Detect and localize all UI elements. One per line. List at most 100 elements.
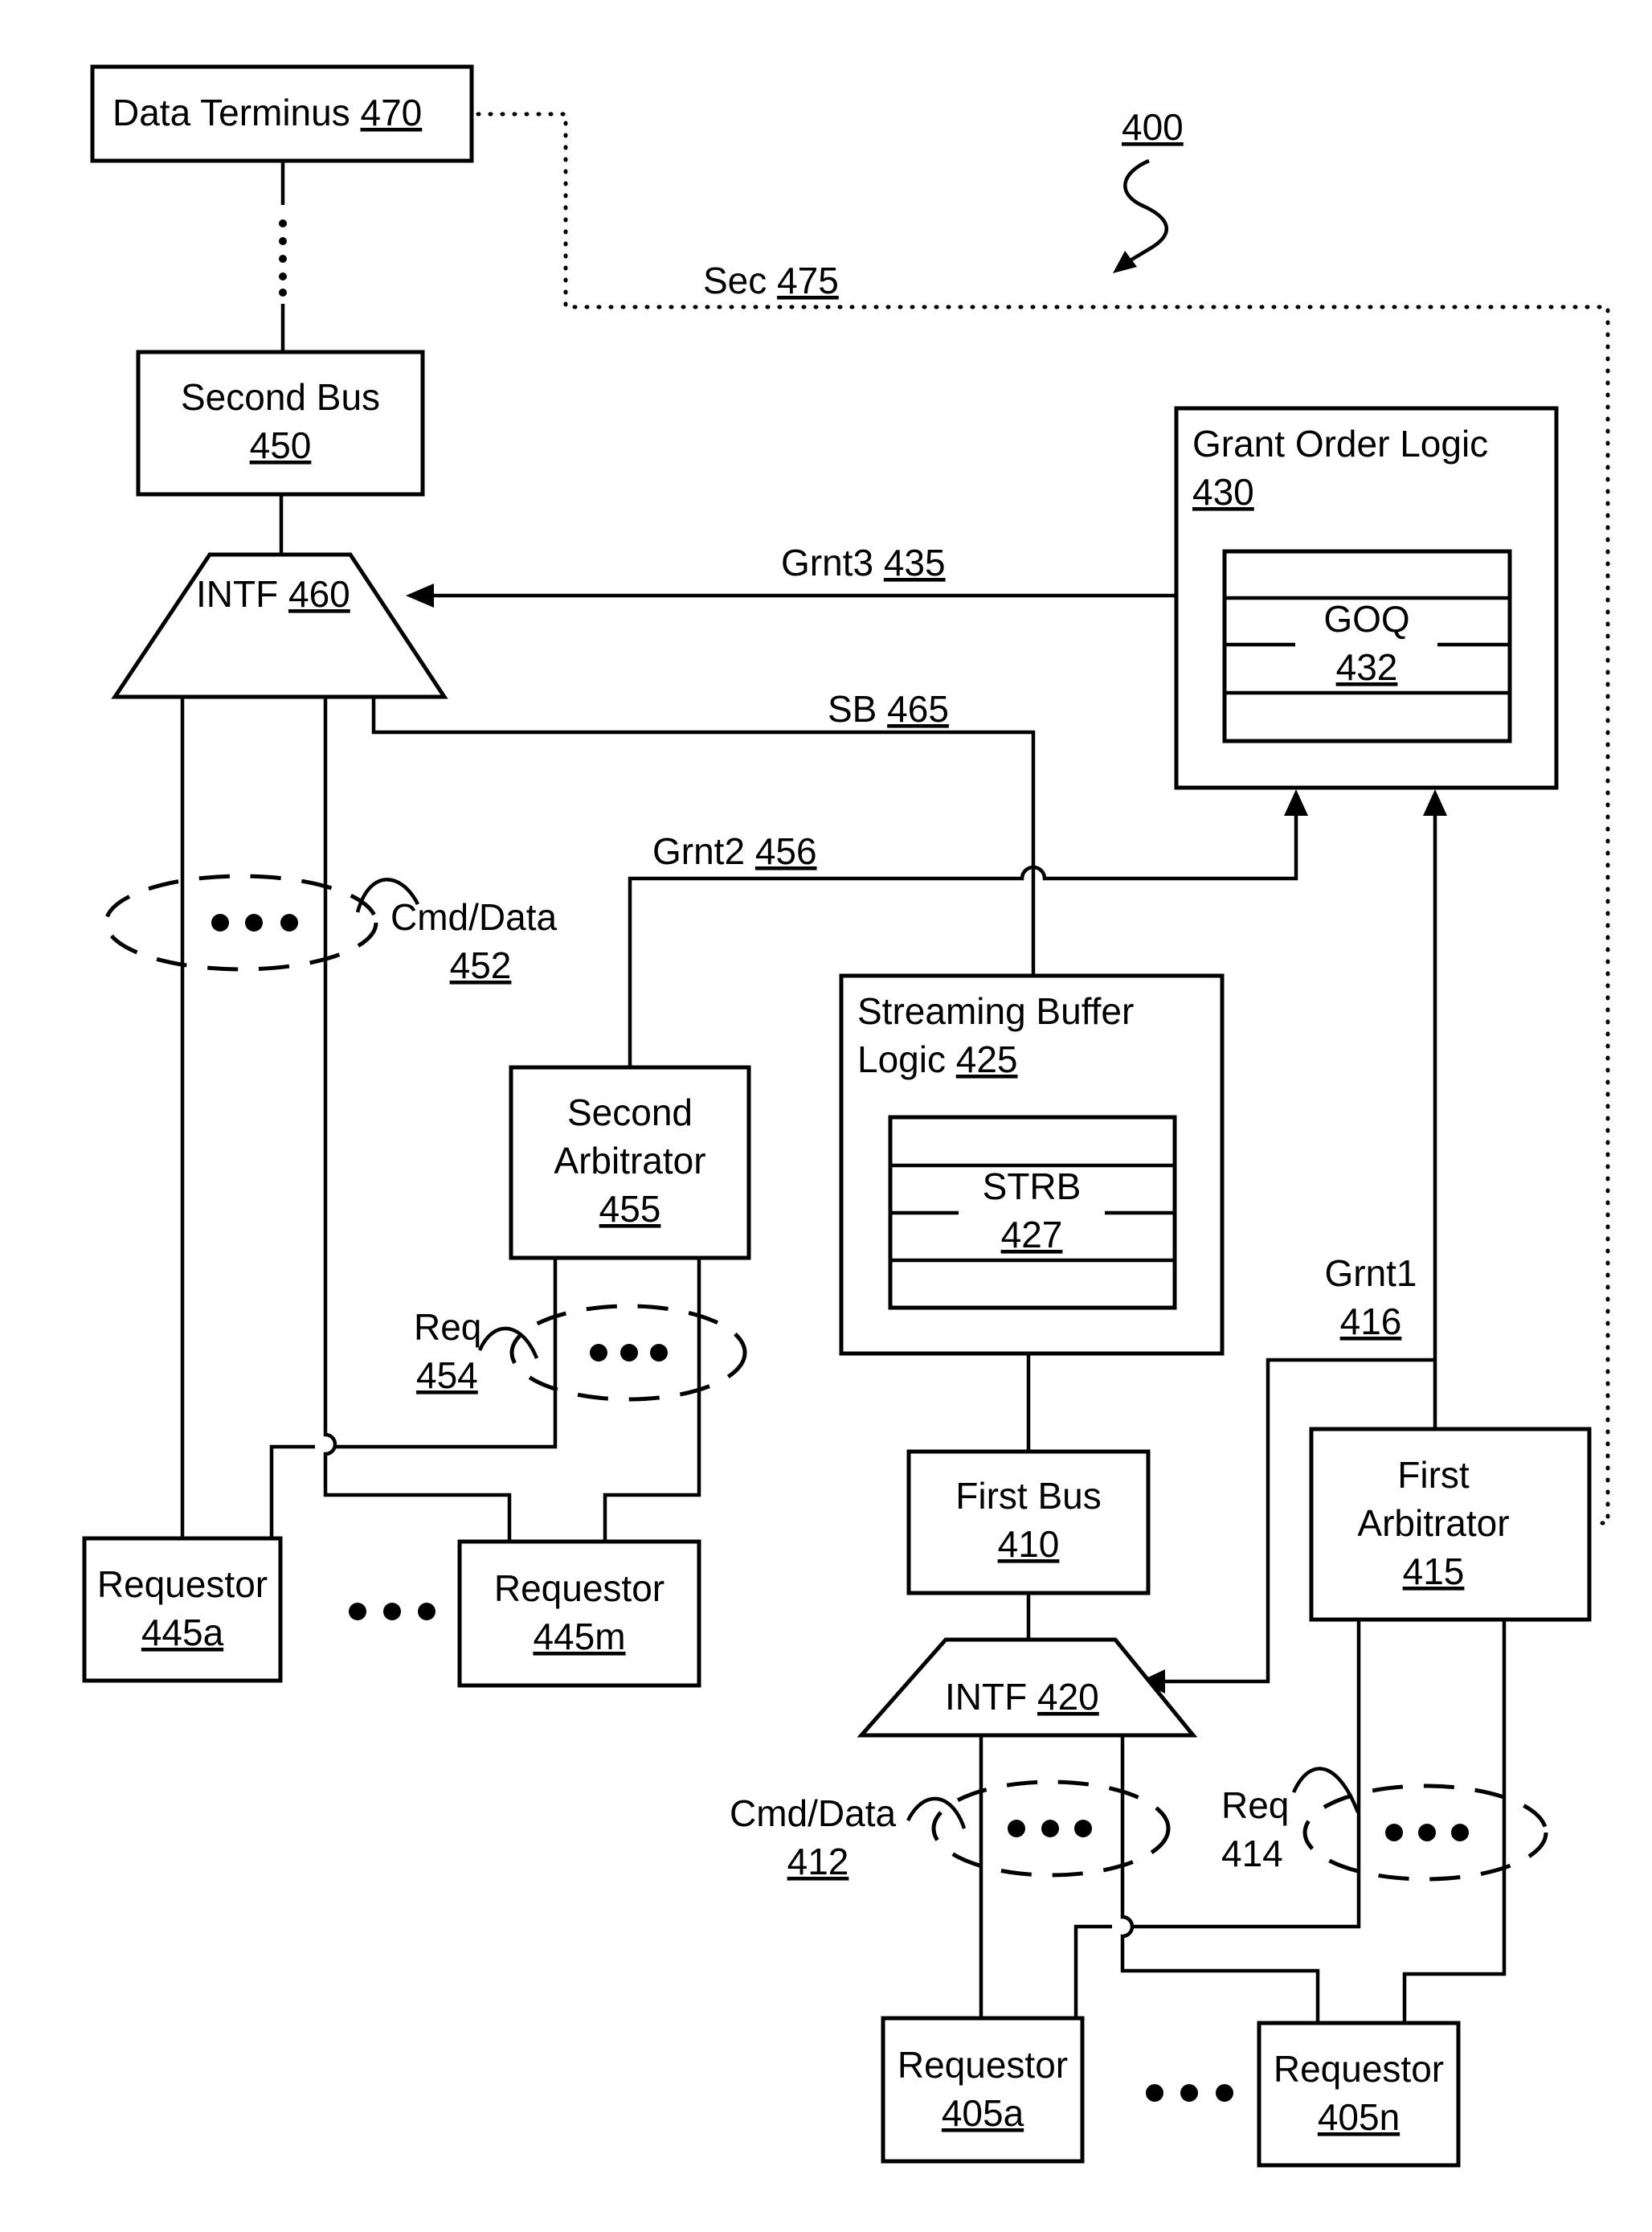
intf-420-block: INTF 420 (857, 1637, 1198, 1738)
first-arbitrator-label-line2: Arbitrator (1357, 1502, 1509, 1544)
intf-420-label: INTF 420 (945, 1676, 1099, 1718)
goq-ref: 432 (1336, 646, 1398, 688)
req-414-ref: 414 (1221, 1833, 1283, 1874)
requestor-405a-ref: 405a (942, 2092, 1024, 2134)
ellipsis-dot (1074, 1820, 1092, 1837)
requestor-445m-box (457, 1539, 701, 1688)
cmd-data-412-line-n (1120, 1735, 1320, 2023)
first-bus-box (906, 1449, 1151, 1595)
req-454-bracket (477, 1326, 539, 1359)
second-bus-ref: 450 (250, 424, 312, 466)
strb-label: STRB (983, 1165, 1082, 1207)
first-arbitrator-ref: 415 (1403, 1550, 1465, 1592)
ellipsis-dot (383, 1603, 401, 1620)
requestors-445-ellipsis (349, 1603, 435, 1620)
requestor-445a-box (82, 1536, 283, 1683)
ellipsis-dot (650, 1344, 668, 1362)
requestor-445a-label: Requestor (97, 1563, 268, 1605)
requestor-445a-ref: 445a (141, 1612, 224, 1653)
grnt2-signal-label: Grnt2 456 (652, 830, 817, 872)
second-bus-block: Second Bus 450 (136, 350, 425, 497)
sb-signal-label: SB 465 (828, 688, 949, 730)
cmd-data-452-label: Cmd/Data (391, 896, 557, 938)
goq-queue: GOQ 432 (1222, 549, 1512, 743)
intf-460-block: INTF 460 (111, 552, 448, 699)
intf-460-label: INTF 460 (196, 573, 350, 615)
ellipsis-dot (280, 914, 298, 932)
ellipsis-dot (1146, 2084, 1163, 2102)
requestor-405n-label: Requestor (1274, 2048, 1444, 2090)
block-diagram: 400 Data Terminus 470 Sec 475 Second Bus… (82, 64, 1610, 2168)
grant-order-logic-block: Grant Order Logic 430 GOQ 432 (1174, 406, 1559, 790)
second-arbitrator-ref: 455 (599, 1188, 661, 1230)
data-terminus-label: Data Terminus 470 (112, 92, 422, 133)
ellipsis-dot (279, 237, 287, 245)
cmd-data-452-line-m (323, 697, 512, 1542)
grnt3-signal-label: Grnt3 435 (781, 542, 946, 584)
ellipsis-dot (1180, 2084, 1198, 2102)
req-414-line-n (1402, 1620, 1507, 2023)
data-terminus-ref: 470 (361, 92, 423, 133)
ellipsis-dot (418, 1603, 435, 1620)
ellipsis-dot (1216, 2084, 1233, 2102)
ellipsis-dot (1451, 1824, 1469, 1841)
ellipsis-dot (211, 914, 229, 932)
goq-label: GOQ (1323, 598, 1409, 640)
grnt1-signal-label: Grnt1 (1324, 1252, 1417, 1294)
cmd-data-412-ref: 412 (787, 1841, 849, 1882)
sec-signal-label: Sec 475 (703, 260, 839, 301)
second-arbitrator-label-line2: Arbitrator (554, 1140, 705, 1182)
grant-order-logic-label: Grant Order Logic (1192, 423, 1488, 465)
requestor-445m-label: Requestor (494, 1567, 664, 1609)
streaming-buffer-logic-block: Streaming Buffer Logic 425 STRB 427 (839, 973, 1225, 1356)
requestor-445a-block: Requestor 445a (82, 1536, 283, 1683)
ellipsis-dot (1418, 1824, 1436, 1841)
ellipsis-dot (279, 289, 287, 297)
terminus-link-ellipsis (279, 219, 287, 297)
ellipsis-dot (279, 255, 287, 263)
requestor-405n-block: Requestor 405n (1257, 2021, 1461, 2168)
second-bus-label: Second Bus (181, 376, 380, 418)
grnt1-signal-ref: 416 (1340, 1300, 1402, 1342)
first-arbitrator-block: First Arbitrator 415 (1309, 1427, 1592, 1622)
streaming-buffer-logic-label-line2: Logic 425 (857, 1038, 1018, 1080)
requestor-405n-box (1257, 2021, 1461, 2168)
grant-order-logic-ref: 430 (1192, 471, 1254, 513)
cmd-data-452-bundle-ellipse (104, 874, 378, 972)
ellipsis-dot (1385, 1824, 1403, 1841)
requestors-405-ellipsis (1146, 2084, 1233, 2102)
first-bus-block: First Bus 410 (906, 1449, 1151, 1595)
ellipsis-dot (279, 272, 287, 281)
requestor-405n-ref: 405n (1318, 2096, 1400, 2138)
ellipsis-dot (349, 1603, 366, 1620)
first-arbitrator-label: First (1397, 1454, 1470, 1496)
ellipsis-dot (245, 914, 263, 932)
first-bus-ref: 410 (998, 1523, 1060, 1565)
requestor-445m-ref: 445m (533, 1616, 625, 1657)
req-454-ellipsis (590, 1344, 668, 1362)
cmd-data-452-ellipsis (211, 914, 298, 932)
figure-pointer-squiggle (1123, 158, 1168, 263)
grnt2-arrowhead (1284, 789, 1308, 816)
requestor-445m-block: Requestor 445m (457, 1539, 701, 1688)
streaming-buffer-logic-label: Streaming Buffer (857, 990, 1134, 1032)
figure-reference: 400 (1113, 106, 1184, 273)
cmd-data-412-label: Cmd/Data (730, 1792, 896, 1834)
second-bus-box (136, 350, 425, 497)
figure-number: 400 (1122, 106, 1184, 148)
ellipsis-dot (1008, 1820, 1025, 1837)
ellipsis-dot (279, 219, 287, 227)
second-arbitrator-block: Second Arbitrator 455 (509, 1065, 751, 1260)
req-414-ellipsis (1385, 1824, 1469, 1841)
ellipsis-dot (590, 1344, 607, 1362)
req-454-label: Req (414, 1306, 481, 1348)
cmd-data-412-ellipsis (1008, 1820, 1092, 1837)
figure-pointer-arrowhead (1113, 251, 1137, 273)
requestor-405a-block: Requestor 405a (881, 2016, 1085, 2164)
req-454-ref: 454 (416, 1354, 478, 1396)
strb-buffer: STRB 427 (888, 1115, 1177, 1310)
requestor-405a-label: Requestor (898, 2044, 1068, 2086)
cmd-data-452-ref: 452 (450, 944, 512, 986)
ellipsis-dot (1041, 1820, 1059, 1837)
grnt3-arrowhead (406, 584, 434, 608)
